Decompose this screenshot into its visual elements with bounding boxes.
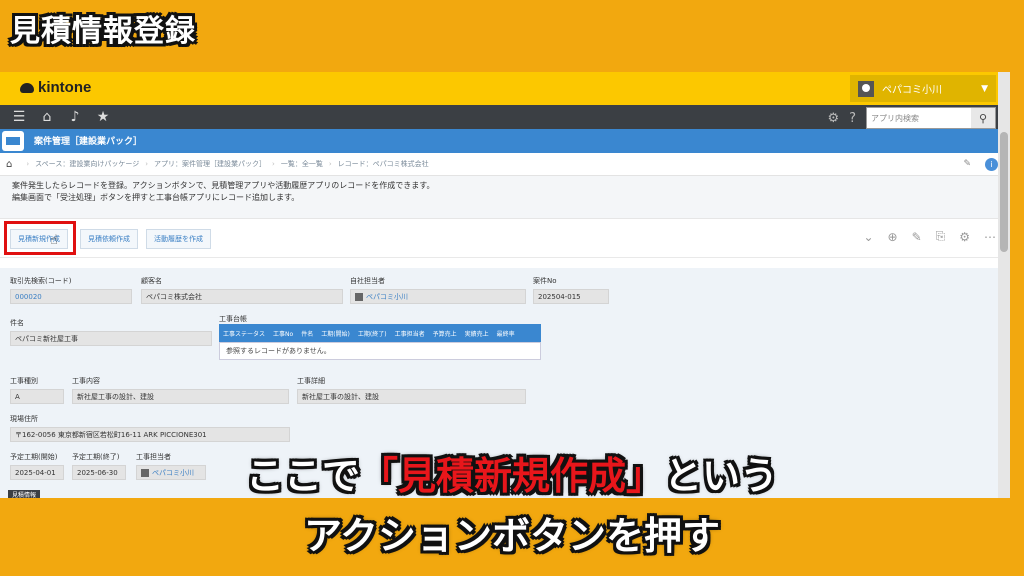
search-icon[interactable]: ⚲ (971, 108, 995, 128)
gear-icon[interactable]: ⚙ (827, 111, 839, 126)
user-name: ペパコミ小川 (882, 85, 942, 96)
app-title[interactable]: 案件管理［建設業パック］ (34, 134, 142, 147)
description-line-2: 編集画面で「受注処理」ボタンを押すと工事台帳アプリにレコード追加します。 (12, 193, 300, 202)
site-field: 現場住所 〒162-0056 東京都新宿区若松町16-11 ARK PICCIO… (10, 414, 290, 442)
field-label: 現場住所 (10, 415, 38, 423)
global-nav: ☰ ⌂ ♪ ★ ⚙ ? アプリ内検索 ⚲ (0, 105, 1010, 129)
field-label: 件名 (10, 319, 24, 327)
app-description: 案件発生したらレコードを登録。アクションボタンで、見積管理アプリや活動履歴アプリ… (0, 176, 1010, 219)
client-field: 取引先検索(コード) 000020 (10, 276, 132, 304)
client-value[interactable]: 000020 (10, 289, 132, 304)
ledger-column-header: 工事担当者 (394, 330, 425, 338)
star-icon[interactable]: ★ (94, 109, 112, 125)
field-label: 工事台帳 (219, 315, 247, 323)
breadcrumb-space[interactable]: スペース：建設業向けパッケージ (35, 159, 139, 169)
staff-name[interactable]: ペパコミ小川 (366, 292, 408, 302)
staff-field: 自社担当者 ペパコミ小川 (350, 276, 526, 304)
chevron-down-icon[interactable]: ⌄ (863, 230, 873, 244)
subject-field: 件名 ペパコミ新社屋工事 (10, 318, 212, 346)
record-tools: ⌄ ⊕ ✎ ⎘ ⚙ ⋯ (849, 229, 996, 244)
kintone-screen: kintone ペパコミ小川 ▼ ☰ ⌂ ♪ ★ ⚙ ? アプリ内検索 ⚲ 案件… (0, 72, 1010, 498)
content-field: 工事内容 新社屋工事の設計、建設 (72, 376, 289, 404)
info-icon[interactable]: i (985, 157, 998, 171)
search-input[interactable]: アプリ内検索 (867, 113, 971, 124)
bell-icon[interactable]: ♪ (66, 109, 84, 125)
description-line-1: 案件発生したらレコードを登録。アクションボタンで、見積管理アプリや活動履歴アプリ… (12, 181, 435, 190)
detail-value: 新社屋工事の設計、建設 (297, 389, 526, 404)
staff-value[interactable]: ペパコミ小川 (350, 289, 526, 304)
activity-create-button[interactable]: 活動履歴を作成 (146, 229, 211, 249)
field-label: 案件No (533, 277, 557, 285)
caseno-field: 案件No 202504-015 (533, 276, 609, 304)
content-value: 新社屋工事の設計、建設 (72, 389, 289, 404)
app-icon (2, 131, 24, 151)
ledger-column-header: 最終率 (496, 330, 515, 338)
field-label: 工事内容 (72, 377, 100, 385)
subtitle-line-2: アクションボタンを押す (303, 514, 721, 558)
subtitle-line-1: ここで「見積新規作成」という (0, 445, 1024, 500)
scrollbar-thumb[interactable] (1000, 132, 1008, 252)
more-icon[interactable]: ⋯ (984, 230, 996, 244)
subject-value: ペパコミ新社屋工事 (10, 331, 212, 346)
pin-icon[interactable]: ✎ (963, 159, 971, 169)
menu-icon[interactable]: ☰ (10, 109, 28, 125)
kintone-header: kintone ペパコミ小川 ▼ (0, 72, 1010, 105)
field-label: 工事詳細 (297, 377, 325, 385)
home-icon[interactable]: ⌂ (38, 109, 56, 125)
scrollbar[interactable] (998, 72, 1010, 498)
edit-icon[interactable]: ✎ (912, 230, 922, 244)
add-icon[interactable]: ⊕ (888, 230, 898, 244)
chevron-down-icon: ▼ (981, 83, 988, 94)
type-value: A (10, 389, 64, 404)
ledger-table-header: 工事ステータス 工事No 件名 工期(開始) 工期(終了) 工事担当者 予算売上 実績売上 最終… (219, 324, 541, 342)
home-icon[interactable]: ⌂ (6, 159, 12, 170)
kintone-logo-text: kintone (38, 79, 92, 96)
customer-value: ペパコミ株式会社 (141, 289, 343, 304)
subtitle-highlight: 「見積新規作成」 (359, 454, 664, 498)
breadcrumb-record: レコード：ペパコミ株式会社 (337, 160, 429, 168)
highlight-box (4, 221, 76, 255)
ledger-table: 工事ステータス 工事No 件名 工期(開始) 工期(終了) 工事担当者 予算売上 実績売上 最終… (219, 324, 541, 360)
ledger-column-header: 工事No (273, 330, 294, 338)
app-search: アプリ内検索 ⚲ (866, 107, 996, 129)
user-icon (355, 292, 363, 301)
ledger-column-header: 実績売上 (464, 330, 489, 338)
field-label: 自社担当者 (350, 277, 385, 285)
avatar (858, 80, 874, 97)
ledger-column-header: 工期(開始) (321, 330, 350, 338)
gear-icon[interactable]: ⚙ (959, 230, 970, 244)
field-label: 工事種別 (10, 377, 38, 385)
help-icon[interactable]: ? (849, 111, 856, 126)
breadcrumb-view[interactable]: 一覧：全一覧 (281, 159, 323, 169)
kintone-logo-icon (20, 83, 34, 94)
type-field: 工事種別 A (10, 376, 64, 404)
field-label: 顧客名 (141, 277, 162, 285)
subtitle-pre: ここで (245, 454, 360, 498)
pointer-cursor-icon: ☝ (50, 233, 58, 248)
site-value: 〒162-0056 東京都新宿区若松町16-11 ARK PICCIONE301 (10, 427, 290, 442)
app-header: 案件管理［建設業パック］ (0, 129, 1010, 153)
ledger-column-header: 工期(終了) (357, 330, 387, 338)
ledger-column-header: 工事ステータス (223, 330, 266, 338)
breadcrumb: ⌂ › スペース：建設業向けパッケージ › アプリ：案件管理［建設業パック］ ›… (0, 153, 1010, 176)
ledger-column-header: 件名 (301, 330, 314, 338)
ledger-column-header: 予算売上 (432, 330, 457, 338)
detail-field: 工事詳細 新社屋工事の設計、建設 (297, 376, 526, 404)
ledger-table-empty: 参照するレコードがありません。 (219, 342, 541, 360)
breadcrumb-app[interactable]: アプリ：案件管理［建設業パック］ (154, 159, 266, 169)
estimate-request-button[interactable]: 見積依頼作成 (80, 229, 138, 249)
action-toolbar: 見積新規作成 見積依頼作成 活動履歴を作成 ☝ ⌄ ⊕ ✎ ⎘ ⚙ ⋯ (0, 219, 1010, 258)
customer-field: 顧客名 ペパコミ株式会社 (141, 276, 343, 304)
kintone-logo[interactable]: kintone (20, 79, 91, 96)
overlay-title: 見積情報登録 (10, 14, 196, 49)
field-label: 取引先検索(コード) (10, 277, 72, 285)
user-menu[interactable]: ペパコミ小川 ▼ (850, 75, 996, 102)
copy-icon[interactable]: ⎘ (936, 229, 946, 244)
caseno-value: 202504-015 (533, 289, 609, 304)
subtitle-post: という (664, 454, 779, 498)
